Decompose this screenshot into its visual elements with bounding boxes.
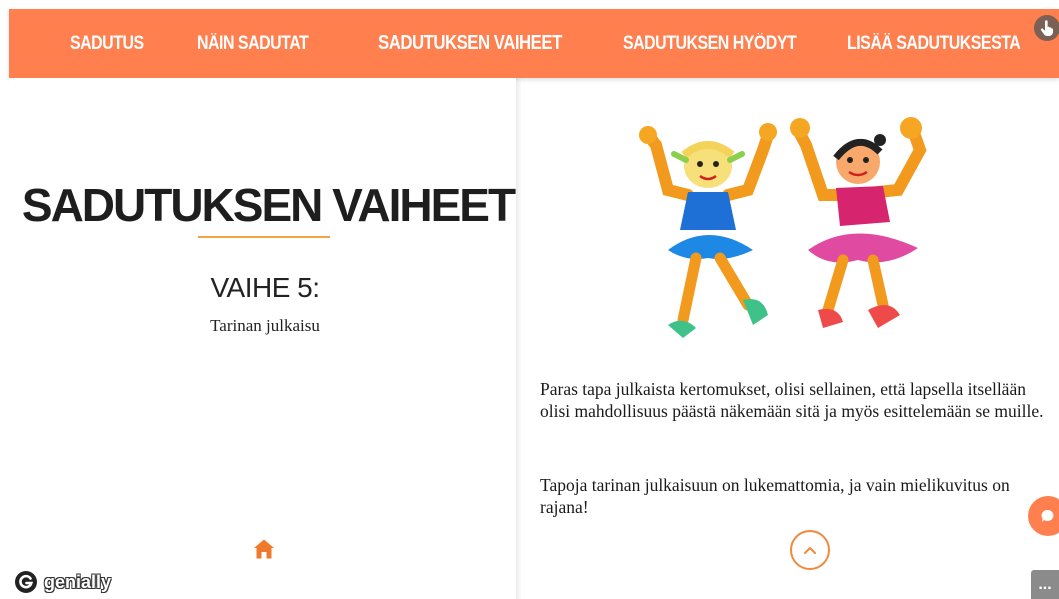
home-icon[interactable] bbox=[253, 538, 275, 560]
panel-divider bbox=[516, 78, 522, 599]
nav-item-sadutus[interactable]: SADUTUS bbox=[70, 9, 144, 78]
top-navigation-bar: SADUTUS NÄIN SADUTAT SADUTUKSEN VAIHEET … bbox=[9, 9, 1059, 78]
more-options-button[interactable]: ... bbox=[1031, 570, 1059, 599]
genially-logo[interactable]: genially bbox=[14, 570, 111, 594]
nav-item-sadutuksen-hyodyt[interactable]: SADUTUKSEN HYÖDYT bbox=[623, 9, 797, 78]
genially-logo-text: genially bbox=[44, 571, 112, 592]
nav-item-lisaa-sadutuksesta[interactable]: LISÄÄ SADUTUKSESTA bbox=[847, 9, 1021, 78]
body-paragraph-2: Tapoja tarinan julkaisuun on lukemattomi… bbox=[540, 475, 1010, 517]
drawing-girl-pink-dress bbox=[790, 117, 927, 328]
genially-logo-icon bbox=[15, 571, 37, 593]
hand-pointer-icon bbox=[1040, 20, 1053, 36]
nav-item-nain-sadutat[interactable]: NÄIN SADUTAT bbox=[197, 9, 309, 78]
left-panel bbox=[9, 78, 516, 599]
drawing-girl-blue-dress bbox=[639, 123, 777, 338]
title-underline bbox=[198, 236, 330, 238]
scroll-up-button[interactable] bbox=[790, 530, 830, 570]
body-paragraph-1: Paras tapa julkaista kertomukset, olisi … bbox=[540, 379, 1044, 421]
interactivity-hint-button[interactable] bbox=[1034, 15, 1059, 41]
chat-bubble-icon bbox=[1041, 509, 1054, 522]
step-subtitle: Tarinan julkaisu bbox=[210, 316, 320, 335]
chat-button[interactable] bbox=[1028, 496, 1059, 536]
children-drawing-illustration bbox=[639, 117, 927, 338]
page-title: SADUTUKSEN VAIHEET bbox=[21, 179, 516, 231]
ellipsis-icon: ... bbox=[1038, 575, 1052, 593]
nav-item-sadutuksen-vaiheet[interactable]: SADUTUKSEN VAIHEET bbox=[378, 9, 562, 78]
step-title: VAIHE 5: bbox=[210, 272, 320, 303]
chevron-up-icon bbox=[804, 547, 816, 554]
